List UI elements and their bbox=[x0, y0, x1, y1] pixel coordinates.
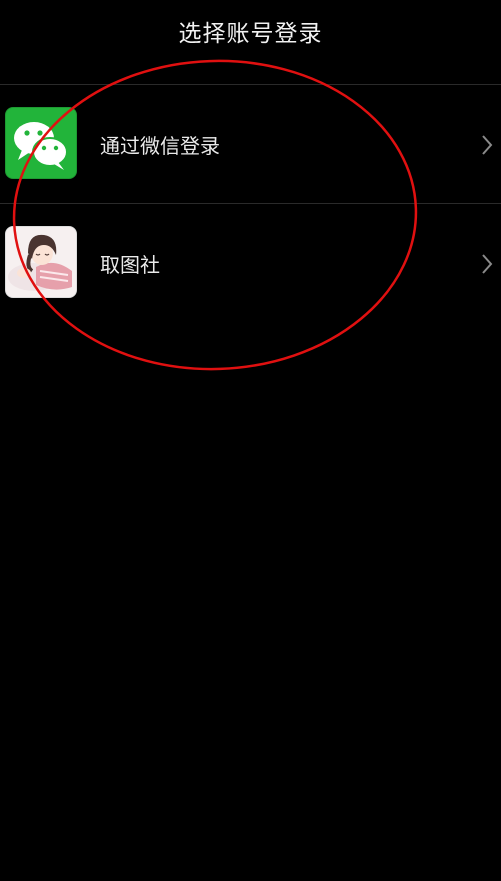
account-option-wechat[interactable]: 通过微信登录 bbox=[0, 85, 501, 204]
page-title: 选择账号登录 bbox=[178, 21, 323, 47]
chevron-right-icon bbox=[482, 135, 493, 155]
header-bar: 选择账号登录 bbox=[0, 0, 501, 85]
anime-avatar-icon bbox=[5, 226, 77, 298]
account-label-wechat: 通过微信登录 bbox=[100, 134, 220, 158]
account-label-quturshe: 取图社 bbox=[100, 253, 160, 277]
wechat-icon bbox=[5, 107, 77, 179]
account-list: 通过微信登录 取图社 bbox=[0, 85, 501, 322]
account-option-quturshe[interactable]: 取图社 bbox=[0, 204, 501, 322]
chevron-right-icon bbox=[482, 254, 493, 274]
